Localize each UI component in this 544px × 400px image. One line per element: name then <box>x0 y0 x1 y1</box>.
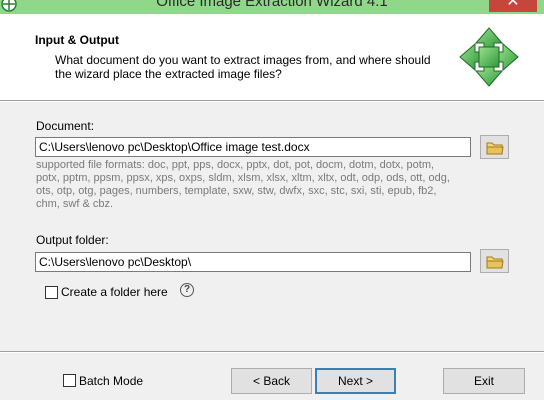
exit-button[interactable]: Exit <box>443 368 525 394</box>
create-folder-checkbox[interactable] <box>45 286 58 299</box>
supported-formats-text: supported file formats: doc, ppt, pps, d… <box>36 159 450 210</box>
next-button[interactable]: Next > <box>315 368 396 394</box>
title-bar[interactable]: Office Image Extraction Wizard 4.1 ✕ <box>0 0 544 14</box>
four-arrows-icon <box>459 27 519 87</box>
document-label: Document: <box>36 119 95 133</box>
batch-mode-label[interactable]: Batch Mode <box>79 374 143 388</box>
folder-icon <box>486 256 504 269</box>
back-button[interactable]: < Back <box>231 368 312 394</box>
window-title: Office Image Extraction Wizard 4.1 <box>156 0 388 10</box>
output-folder-input[interactable]: C:\Users\lenovo pc\Desktop\ <box>35 252 471 272</box>
document-path-input[interactable]: C:\Users\lenovo pc\Desktop\Office image … <box>35 137 471 157</box>
wizard-header: Input & Output What document do you want… <box>0 14 544 100</box>
browse-output-button[interactable] <box>480 249 509 273</box>
close-button[interactable]: ✕ <box>489 0 537 12</box>
batch-mode-checkbox[interactable] <box>63 374 76 387</box>
footer-divider-highlight <box>0 352 544 353</box>
header-divider-highlight <box>0 101 544 102</box>
page-title: Input & Output <box>35 33 119 47</box>
create-folder-label[interactable]: Create a folder here <box>61 285 168 299</box>
browse-document-button[interactable] <box>480 135 509 159</box>
output-folder-label: Output folder: <box>36 233 109 247</box>
folder-icon <box>486 142 504 155</box>
page-description: What document do you want to extract ima… <box>55 53 431 81</box>
help-icon[interactable]: ? <box>180 283 194 297</box>
